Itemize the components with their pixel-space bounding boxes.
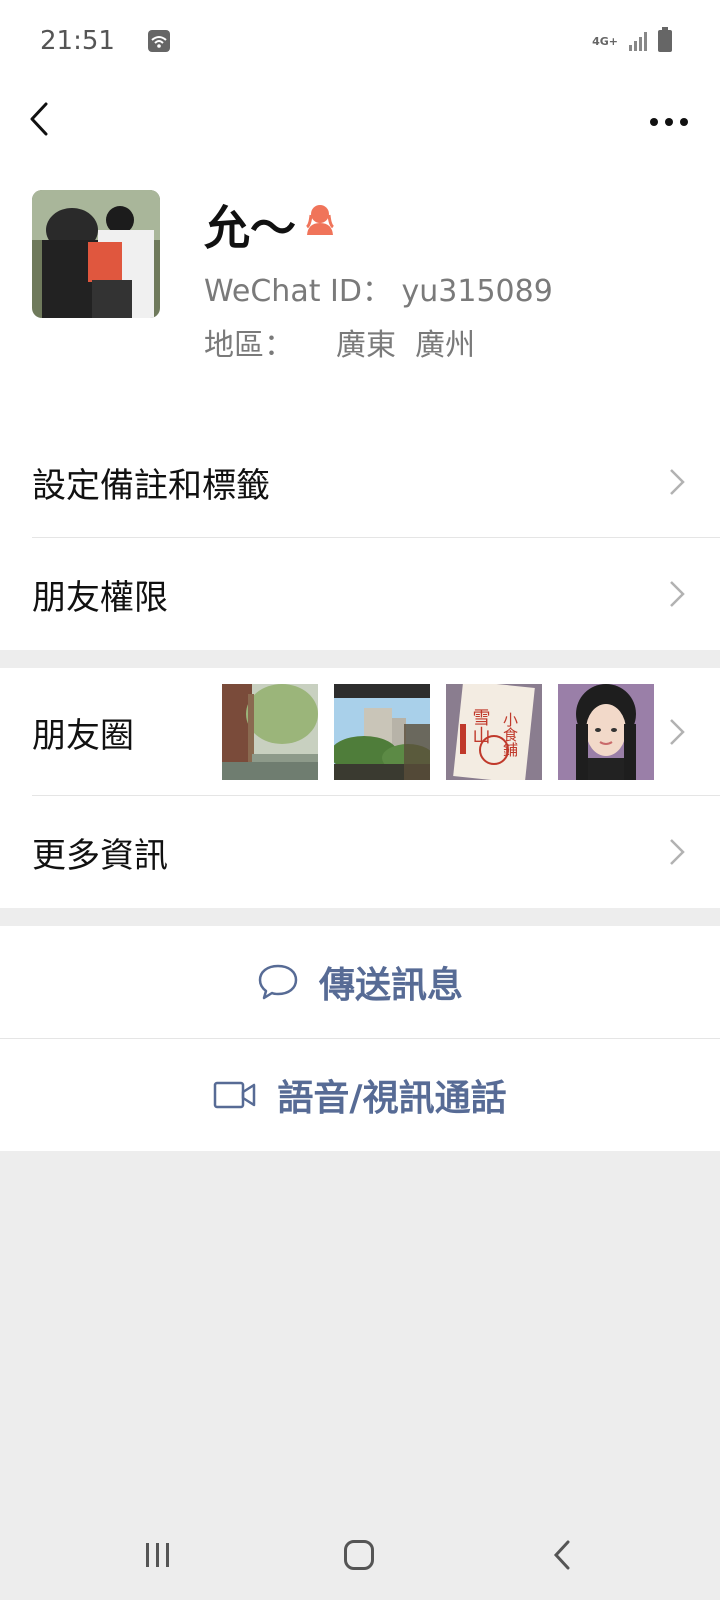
thumb3-text-a: 小食鋪	[501, 712, 519, 757]
moments-row[interactable]: 朋友圈 小食鋪 雪山	[0, 668, 720, 796]
chat-bubble-icon	[258, 964, 298, 1000]
voice-video-call-button[interactable]: 語音/視訊通話	[0, 1039, 720, 1151]
region-province: 廣東	[336, 328, 396, 363]
profile-header: 允～ WeChat ID： yu315089 地區： 廣東 廣州	[0, 180, 720, 426]
friend-permissions-label: 朋友權限	[32, 577, 168, 618]
nav-bar	[0, 84, 720, 180]
recent-apps-button[interactable]	[144, 1542, 172, 1568]
moments-thumb-4[interactable]	[558, 684, 654, 780]
settings-group: 設定備註和標籤 朋友權限	[0, 426, 720, 650]
moments-thumb-1[interactable]	[222, 684, 318, 780]
actions-group: 傳送訊息 語音/視訊通話	[0, 926, 720, 1151]
wechat-id-label: WeChat ID：	[204, 274, 392, 309]
friend-permissions-row[interactable]: 朋友權限	[0, 538, 720, 650]
back-button[interactable]	[20, 94, 70, 144]
region-label: 地區：	[204, 328, 294, 363]
system-back-button[interactable]	[552, 1540, 572, 1570]
name-row: 允～	[204, 192, 336, 258]
moments-thumb-2[interactable]	[334, 684, 430, 780]
status-bar: 21:51 4G+	[0, 0, 720, 84]
more-dots-icon	[650, 118, 688, 126]
more-info-label: 更多資訊	[32, 835, 168, 876]
status-icons: 4G+	[592, 27, 672, 52]
moments-thumbnails: 小食鋪 雪山	[222, 684, 654, 780]
status-time: 21:51	[40, 26, 115, 56]
wechat-id-value: yu315089	[401, 274, 553, 309]
moments-label: 朋友圈	[32, 715, 134, 756]
moments-thumb-3[interactable]: 小食鋪 雪山	[446, 684, 542, 780]
set-remark-label: 設定備註和標籤	[32, 465, 270, 506]
wechat-id: WeChat ID： yu315089	[204, 266, 553, 310]
female-icon	[304, 203, 336, 241]
video-camera-icon	[214, 1081, 256, 1109]
back-arrow-icon	[553, 1540, 570, 1570]
voice-video-call-label: 語音/視訊通話	[277, 1078, 507, 1119]
send-message-label: 傳送訊息	[318, 965, 463, 1006]
home-button[interactable]	[344, 1540, 374, 1570]
network-type: 4G+	[592, 34, 618, 48]
region: 地區： 廣東 廣州	[204, 320, 475, 364]
chevron-right-icon	[670, 581, 685, 607]
more-info-row[interactable]: 更多資訊	[0, 796, 720, 908]
more-button[interactable]	[644, 98, 694, 138]
chevron-left-icon	[30, 102, 48, 136]
nickname: 允～	[204, 201, 296, 255]
system-nav-bar	[0, 1500, 720, 1600]
send-message-button[interactable]: 傳送訊息	[0, 926, 720, 1038]
wifi-icon	[148, 30, 170, 52]
info-group: 朋友圈 小食鋪 雪山 更多資訊	[0, 668, 720, 908]
battery-icon	[658, 27, 672, 52]
avatar[interactable]	[32, 190, 160, 318]
chevron-right-icon	[670, 719, 685, 745]
region-city: 廣州	[415, 328, 476, 363]
recent-apps-icon	[146, 1543, 169, 1567]
signal-icon	[629, 32, 647, 51]
chevron-right-icon	[670, 469, 685, 495]
set-remark-row[interactable]: 設定備註和標籤	[0, 426, 720, 538]
chevron-right-icon	[670, 839, 685, 865]
